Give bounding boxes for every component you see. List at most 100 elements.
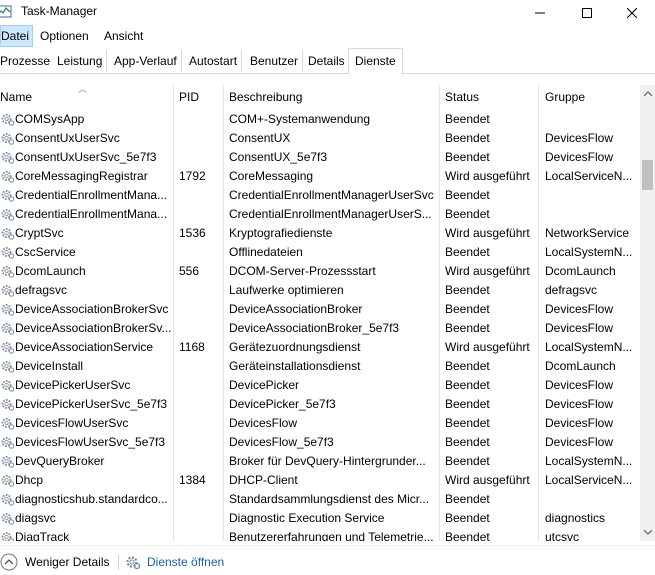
table-row[interactable]: CoreMessagingRegistrar 1792 CoreMessaging W…	[0, 167, 640, 186]
vertical-scrollbar[interactable]	[640, 85, 655, 541]
scroll-up-button[interactable]	[640, 85, 655, 102]
service-gear-icon	[0, 283, 15, 298]
open-services-label: Dienste öffnen	[147, 555, 225, 569]
service-description-cell: COM+-Systemanwendung	[229, 112, 371, 126]
menu-bar: Datei Optionen Ansicht	[0, 25, 655, 47]
column-header-pid[interactable]: PID	[179, 85, 199, 109]
table-row[interactable]: Dhcp 1384 DHCP-Client Wird ausgeführt LocalS…	[0, 471, 640, 490]
service-group-cell: NetworkService	[545, 226, 630, 240]
service-name-cell: Dhcp	[15, 473, 44, 487]
table-row[interactable]: ConsentUxUserSvc_5e7f3 ConsentUX_5e7f3 Bee…	[0, 148, 640, 167]
service-gear-icon	[0, 302, 15, 317]
table-row[interactable]: DevQueryBroker Broker für DevQuery-Hinter…	[0, 452, 640, 471]
service-group-cell: defragsvc	[545, 283, 598, 297]
menu-optionen[interactable]: Optionen	[40, 26, 89, 46]
service-status-cell: Beendet	[445, 397, 490, 411]
minimize-icon	[535, 12, 545, 13]
tab-details[interactable]: Details	[304, 50, 350, 72]
service-description-cell: CoreMessaging	[229, 169, 314, 183]
service-pid-cell	[179, 186, 221, 205]
service-name-cell: CredentialEnrollmentMana...	[15, 207, 168, 221]
service-name-cell: CscService	[15, 245, 76, 259]
table-row[interactable]: COMSysApp COM+-Systemanwendung Beendet	[0, 110, 640, 129]
table-row[interactable]: diagnosticshub.standardco... Standardsamm…	[0, 490, 640, 509]
service-name-cell: ConsentUxUserSvc	[15, 131, 120, 145]
sort-ascending-icon: ︿	[78, 85, 88, 94]
service-status-cell: Beendet	[445, 435, 490, 449]
service-status-cell: Beendet	[445, 321, 490, 335]
service-description-cell: Standardsammlungsdienst des Micr...	[229, 492, 430, 506]
table-row[interactable]: DcomLaunch 556 DCOM-Server-Prozessstart Wir…	[0, 262, 640, 281]
service-pid-cell	[179, 357, 221, 376]
service-pid-cell	[179, 395, 221, 414]
service-pid-cell	[179, 110, 221, 129]
table-row[interactable]: CredentialEnrollmentMana... CredentialEnr…	[0, 186, 640, 205]
scroll-thumb[interactable]	[642, 160, 653, 190]
tab-leistung[interactable]: Leistung	[53, 50, 108, 72]
service-status-cell: Beendet	[445, 416, 490, 430]
service-group-cell: LocalSystemN...	[545, 454, 633, 468]
service-pid-cell: 556	[179, 264, 200, 278]
service-gear-icon	[0, 435, 15, 450]
service-status-cell: Wird ausgeführt	[445, 169, 530, 183]
service-gear-icon	[0, 131, 15, 146]
service-status-cell: Beendet	[445, 511, 490, 525]
service-pid-cell	[179, 452, 221, 471]
service-pid-cell	[179, 490, 221, 509]
table-row[interactable]: DeviceAssociationBrokerSvc DeviceAssociat…	[0, 300, 640, 319]
table-row[interactable]: CredentialEnrollmentMana... CredentialEnr…	[0, 205, 640, 224]
tab-benutzer[interactable]: Benutzer	[246, 50, 304, 72]
table-row[interactable]: DevicePickerUserSvc DevicePicker Beendet De…	[0, 376, 640, 395]
close-button[interactable]	[609, 0, 655, 25]
service-name-cell: DiagTrack	[15, 530, 70, 541]
service-status-cell: Wird ausgeführt	[445, 473, 530, 487]
column-header-description[interactable]: Beschreibung	[229, 85, 302, 109]
service-gear-icon	[0, 112, 15, 127]
table-row[interactable]: DevicesFlowUserSvc DevicesFlow Beendet Devi…	[0, 414, 640, 433]
service-group-cell: diagnostics	[545, 511, 606, 525]
service-pid-cell	[179, 414, 221, 433]
table-row[interactable]: CryptSvc 1536 Kryptografiedienste Wird ausg…	[0, 224, 640, 243]
service-status-cell: Beendet	[445, 302, 490, 316]
table-row[interactable]: CscService Offlinedateien Beendet LocalSyst…	[0, 243, 640, 262]
service-description-cell: Offlinedateien	[229, 245, 303, 259]
open-services-link[interactable]: Dienste öffnen	[125, 553, 224, 571]
table-row[interactable]: DiagTrack Benutzererfahrungen und Telemet…	[0, 528, 640, 541]
tab-app-verlauf[interactable]: App-Verlauf	[110, 50, 182, 72]
service-group-cell: DcomLaunch	[545, 359, 616, 373]
maximize-button[interactable]	[564, 0, 610, 25]
service-description-cell: Diagnostic Execution Service	[229, 511, 385, 525]
scroll-down-button[interactable]	[640, 524, 655, 541]
service-status-cell: Beendet	[445, 359, 490, 373]
table-row[interactable]: ConsentUxUserSvc ConsentUX Beendet DevicesF…	[0, 129, 640, 148]
service-description-cell: Laufwerke optimieren	[229, 283, 344, 297]
table-row[interactable]: DeviceAssociationBrokerSv... DeviceAssoci…	[0, 319, 640, 338]
tab-dienste[interactable]: Dienste	[348, 48, 403, 75]
service-gear-icon	[0, 226, 15, 241]
column-header-status[interactable]: Status	[445, 85, 479, 109]
tab-prozesse[interactable]: Prozesse	[0, 50, 56, 72]
fewer-details-button[interactable]: Weniger Details	[0, 553, 109, 571]
table-row[interactable]: defragsvc Laufwerke optimieren Beendet defr…	[0, 281, 640, 300]
title-bar: Task-Manager	[0, 0, 655, 25]
service-gear-icon	[0, 473, 15, 488]
service-description-cell: Geräteinstallationsdienst	[229, 359, 361, 373]
service-pid-cell	[179, 148, 221, 167]
column-header-name[interactable]: Name	[0, 85, 32, 109]
service-status-cell: Wird ausgeführt	[445, 340, 530, 354]
service-pid-cell	[179, 376, 221, 395]
column-header-group[interactable]: Gruppe	[545, 85, 585, 109]
table-row[interactable]: DeviceAssociationService 1168 Gerätezuordn…	[0, 338, 640, 357]
table-row[interactable]: diagsvc Diagnostic Execution Service Beend…	[0, 509, 640, 528]
service-pid-cell	[179, 243, 221, 262]
service-gear-icon	[0, 188, 15, 203]
menu-ansicht[interactable]: Ansicht	[104, 26, 143, 46]
table-row[interactable]: DeviceInstall Geräteinstallationsdienst Be…	[0, 357, 640, 376]
table-row[interactable]: DevicesFlowUserSvc_5e7f3 DevicesFlow_5e7f…	[0, 433, 640, 452]
menu-datei[interactable]: Datei	[0, 25, 33, 47]
tab-autostart[interactable]: Autostart	[185, 50, 243, 72]
service-description-cell: Kryptografiedienste	[229, 226, 333, 240]
minimize-button[interactable]	[517, 0, 563, 25]
service-name-cell: DeviceInstall	[15, 359, 84, 373]
table-row[interactable]: DevicePickerUserSvc_5e7f3 DevicePicker_5e…	[0, 395, 640, 414]
